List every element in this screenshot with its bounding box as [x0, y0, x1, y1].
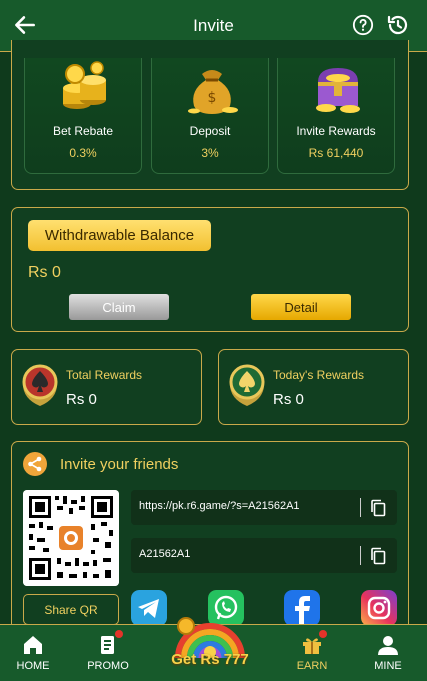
reward-label: Deposit — [189, 124, 231, 138]
qr-code — [23, 490, 119, 586]
detail-button[interactable]: Detail — [251, 294, 351, 320]
nav-item-earn[interactable]: EARN — [282, 625, 342, 681]
todays-rewards-panel: Today's Rewards Rs 0 — [218, 349, 409, 425]
notification-dot — [115, 630, 123, 638]
history-icon[interactable] — [386, 13, 410, 37]
treasure-chest-icon — [316, 68, 360, 113]
nav-label: PROMO — [87, 660, 129, 672]
invite-link-field[interactable]: https://pk.r6.game/?s=A21562A1 — [131, 490, 397, 525]
divider — [360, 498, 361, 517]
instagram-icon[interactable] — [361, 590, 397, 626]
total-rewards-panel: Total Rewards Rs 0 — [11, 349, 202, 425]
nav-item-home[interactable]: HOME — [3, 625, 63, 681]
nav-label: HOME — [16, 660, 50, 672]
stat-value: Rs 0 — [273, 391, 304, 408]
home-icon — [24, 636, 42, 654]
invite-title: Invite your friends — [60, 456, 179, 473]
gold-coins-icon — [63, 61, 106, 109]
money-bag-icon: $ — [188, 70, 238, 114]
stat-label: Total Rewards — [66, 368, 143, 382]
claim-button[interactable]: Claim — [69, 294, 169, 320]
reward-value: Rs 61,440 — [308, 146, 364, 160]
stat-value: Rs 0 — [66, 391, 97, 408]
balance-amount: Rs 0 — [28, 264, 61, 281]
reward-label: Invite Rewards — [296, 124, 376, 138]
reward-card-bet-rebate: Bet Rebate 0.3% — [24, 58, 142, 174]
get-rs-label: Get Rs 777 — [171, 651, 249, 668]
withdrawable-balance-label: Withdrawable Balance — [28, 220, 211, 251]
user-icon — [378, 636, 398, 655]
stat-label: Today's Rewards — [273, 368, 364, 382]
invite-code-text: A21562A1 — [139, 548, 191, 560]
reward-card-invite-rewards: Invite Rewards Rs 61,440 — [277, 58, 395, 174]
copy-icon[interactable] — [370, 499, 386, 517]
copy-icon[interactable] — [370, 547, 386, 565]
reward-value: 0.3% — [69, 146, 97, 160]
question-circle-icon[interactable] — [352, 14, 374, 36]
invite-code-field[interactable]: A21562A1 — [131, 538, 397, 573]
svg-text:$: $ — [208, 90, 217, 106]
share-icon — [23, 452, 47, 476]
share-qr-button[interactable]: Share QR — [23, 594, 119, 625]
divider — [360, 546, 361, 565]
spade-medal-icon — [229, 364, 265, 406]
spade-medal-icon — [22, 364, 58, 406]
nav-item-promo[interactable]: PROMO — [78, 625, 138, 681]
nav-item-mine[interactable]: MINE — [358, 625, 418, 681]
nav-label: MINE — [374, 660, 402, 672]
facebook-icon[interactable] — [284, 590, 320, 626]
arrow-left-icon[interactable] — [12, 12, 38, 38]
invite-link-text: https://pk.r6.game/?s=A21562A1 — [139, 500, 300, 512]
get-rs-777-button[interactable]: Get Rs 777 — [158, 612, 262, 672]
reward-value: 3% — [201, 146, 219, 160]
notification-dot — [319, 630, 327, 638]
reward-card-deposit: $ Deposit 3% — [151, 58, 269, 174]
reward-label: Bet Rebate — [52, 124, 114, 138]
page-title: Invite — [193, 15, 234, 35]
nav-label: EARN — [296, 660, 328, 672]
